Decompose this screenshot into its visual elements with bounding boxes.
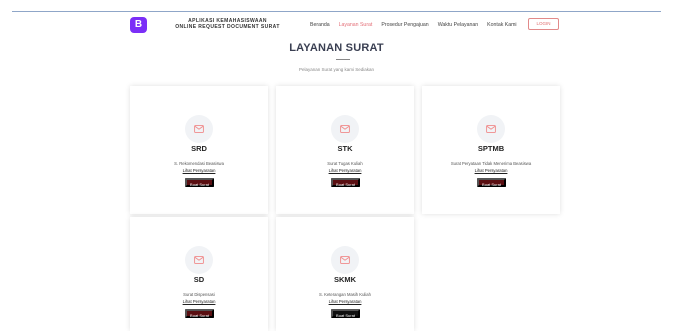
envelope-icon-wrap	[185, 115, 213, 143]
service-card-stk: STK Surat Tugas Kuliah Lihat Persyaratan…	[276, 86, 414, 214]
section-subtitle: Pelayanan Surat yang kami Sediakan	[298, 67, 375, 72]
navbar: B APLIKASI KEMAHASISWAAN ONLINE REQUEST …	[0, 12, 673, 38]
title-divider	[336, 59, 350, 60]
brand-line-2: ONLINE REQUEST DOCUMENT SURAT	[175, 24, 280, 30]
card-description: S. Rekomendasi Beasiswa	[174, 161, 224, 166]
envelope-icon	[486, 125, 496, 133]
requirements-link[interactable]: Lihat Persyaratan	[422, 168, 560, 173]
card-description: Surat Tugas Kuliah	[327, 161, 363, 166]
service-card-sptmb: SPTMB Surat Peryataan Tidak Menerima Bea…	[422, 86, 560, 214]
requirements-link[interactable]: Lihat Persyaratan	[130, 168, 268, 173]
card-code: STK	[337, 144, 353, 153]
envelope-icon-wrap	[477, 115, 505, 143]
section-title: LAYANAN SURAT	[289, 42, 384, 54]
create-letter-button[interactable]: Buat Surat	[331, 178, 360, 187]
envelope-icon-wrap	[331, 246, 359, 274]
nav-link-waktu-pelayanan[interactable]: Waktu Pelayanan	[438, 22, 478, 28]
service-card-sd: SD Surat Dispensasi Lihat Persyaratan Bu…	[130, 217, 268, 331]
create-letter-button[interactable]: Buat Surat	[185, 178, 214, 187]
create-letter-button[interactable]: Buat Surat	[185, 309, 214, 318]
envelope-icon	[340, 256, 350, 264]
login-button[interactable]: LOGIN	[528, 18, 559, 30]
nav-link-layanan-surat[interactable]: Layanan Surat	[339, 22, 373, 28]
create-letter-button[interactable]: Buat Surat	[331, 309, 360, 318]
envelope-icon-wrap	[185, 246, 213, 274]
envelope-icon	[194, 125, 204, 133]
envelope-icon	[194, 256, 204, 264]
brand-text[interactable]: APLIKASI KEMAHASISWAAN ONLINE REQUEST DO…	[165, 18, 290, 30]
card-description: Surat Dispensasi	[183, 292, 215, 297]
nav-menu: Beranda Layanan Surat Prosedur Pengajuan…	[310, 22, 517, 28]
create-letter-button[interactable]: Buat Surat	[477, 178, 506, 187]
nav-link-beranda[interactable]: Beranda	[310, 22, 330, 28]
card-description: Surat Peryataan Tidak Menerima Beasiswa	[450, 161, 532, 166]
card-code: SPTMB	[477, 144, 505, 153]
nav-link-kontak-kami[interactable]: Kontak Kami	[487, 22, 516, 28]
requirements-link[interactable]: Lihat Persyaratan	[276, 168, 414, 173]
envelope-icon	[340, 125, 350, 133]
card-code: SKMK	[333, 275, 357, 284]
requirements-link[interactable]: Lihat Persyaratan	[276, 299, 414, 304]
requirements-link[interactable]: Lihat Persyaratan	[130, 299, 268, 304]
envelope-icon-wrap	[331, 115, 359, 143]
brand-logo[interactable]: B	[130, 17, 147, 33]
card-code: SRD	[191, 144, 207, 153]
service-card-skmk: SKMK S. Keterangan Masih Kuliah Lihat Pe…	[276, 217, 414, 331]
card-description: S. Keterangan Masih Kuliah	[319, 292, 371, 297]
service-card-srd: SRD S. Rekomendasi Beasiswa Lihat Persya…	[130, 86, 268, 214]
nav-link-prosedur-pengajuan[interactable]: Prosedur Pengajuan	[381, 22, 428, 28]
card-code: SD	[193, 275, 205, 284]
